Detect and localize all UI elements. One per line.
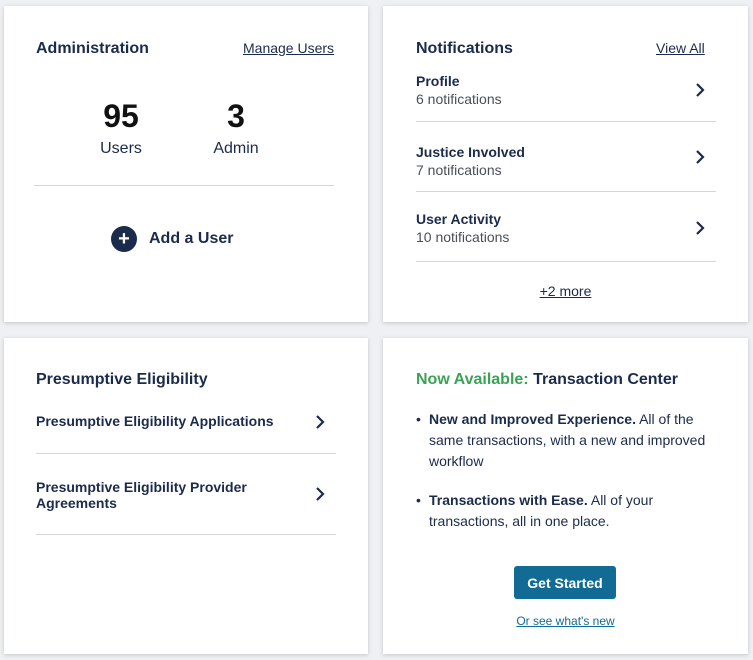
presumptive-eligibility-title: Presumptive Eligibility: [36, 371, 208, 388]
pe-item-label: Presumptive Eligibility Provider Agreeme…: [36, 479, 247, 511]
divider: [416, 191, 716, 192]
transaction-center-title: Now Available: Transaction Center: [416, 371, 678, 389]
bullet-text: Transactions with Ease. All of your tran…: [429, 490, 726, 532]
add-user-label: Add a User: [149, 230, 234, 247]
pe-applications-link[interactable]: Presumptive Eligibility Applications: [36, 413, 336, 433]
chevron-right-icon: [316, 415, 325, 429]
notification-title: User Activity: [416, 211, 502, 227]
notification-title: Justice Involved: [416, 144, 525, 160]
administration-card: Administration Manage Users 95 Users 3 A…: [4, 6, 368, 322]
dashboard: Administration Manage Users 95 Users 3 A…: [0, 0, 753, 660]
now-available-label: Now Available:: [416, 371, 529, 388]
transaction-center-card: Now Available: Transaction Center • New …: [383, 338, 748, 654]
notification-count: 10 notifications: [416, 229, 510, 245]
bullet-dot: •: [416, 411, 421, 427]
users-label: Users: [100, 140, 142, 157]
divider: [36, 453, 336, 454]
notification-item-user-activity[interactable]: User Activity 10 notifications: [416, 211, 716, 251]
notifications-title: Notifications: [416, 40, 513, 57]
notification-item-profile[interactable]: Profile 6 notifications: [416, 73, 716, 113]
whats-new-link[interactable]: Or see what's new: [516, 614, 614, 628]
chevron-right-icon: [696, 221, 705, 235]
chevron-right-icon: [316, 487, 325, 501]
divider: [34, 185, 334, 186]
more-notifications-link[interactable]: +2 more: [540, 283, 592, 299]
bullet-dot: •: [416, 492, 421, 508]
notification-title: Profile: [416, 73, 460, 89]
feature-bullet: • Transactions with Ease. All of your tr…: [416, 490, 726, 532]
presumptive-eligibility-card: Presumptive Eligibility Presumptive Elig…: [4, 338, 368, 654]
administration-title: Administration: [36, 40, 149, 57]
plus-circle-icon: +: [111, 226, 137, 252]
feature-bullet: • New and Improved Experience. All of th…: [416, 409, 726, 472]
manage-users-link[interactable]: Manage Users: [243, 40, 334, 56]
bullet-bold: New and Improved Experience.: [429, 411, 636, 427]
notification-item-justice-involved[interactable]: Justice Involved 7 notifications: [416, 144, 716, 184]
pe-provider-agreements-link[interactable]: Presumptive Eligibility Provider Agreeme…: [36, 479, 336, 513]
users-count: 95: [103, 98, 139, 134]
notification-count: 6 notifications: [416, 91, 502, 107]
add-user-button[interactable]: + Add a User: [111, 226, 233, 252]
chevron-right-icon: [696, 83, 705, 97]
more-notifications: +2 more: [383, 283, 748, 299]
divider: [416, 121, 716, 122]
notification-count: 7 notifications: [416, 162, 502, 178]
bullet-bold: Transactions with Ease.: [429, 492, 588, 508]
view-all-link[interactable]: View All: [656, 40, 705, 56]
get-started-button[interactable]: Get Started: [514, 566, 616, 599]
divider: [416, 261, 716, 262]
notifications-card: Notifications View All Profile 6 notific…: [383, 6, 748, 322]
transaction-center-name: Transaction Center: [533, 371, 679, 388]
whats-new: Or see what's new: [383, 614, 748, 628]
divider: [36, 534, 336, 535]
chevron-right-icon: [696, 150, 705, 164]
admin-count: 3: [227, 98, 245, 134]
pe-item-label: Presumptive Eligibility Applications: [36, 413, 274, 429]
admin-label: Admin: [213, 140, 259, 157]
bullet-text: New and Improved Experience. All of the …: [429, 409, 726, 472]
